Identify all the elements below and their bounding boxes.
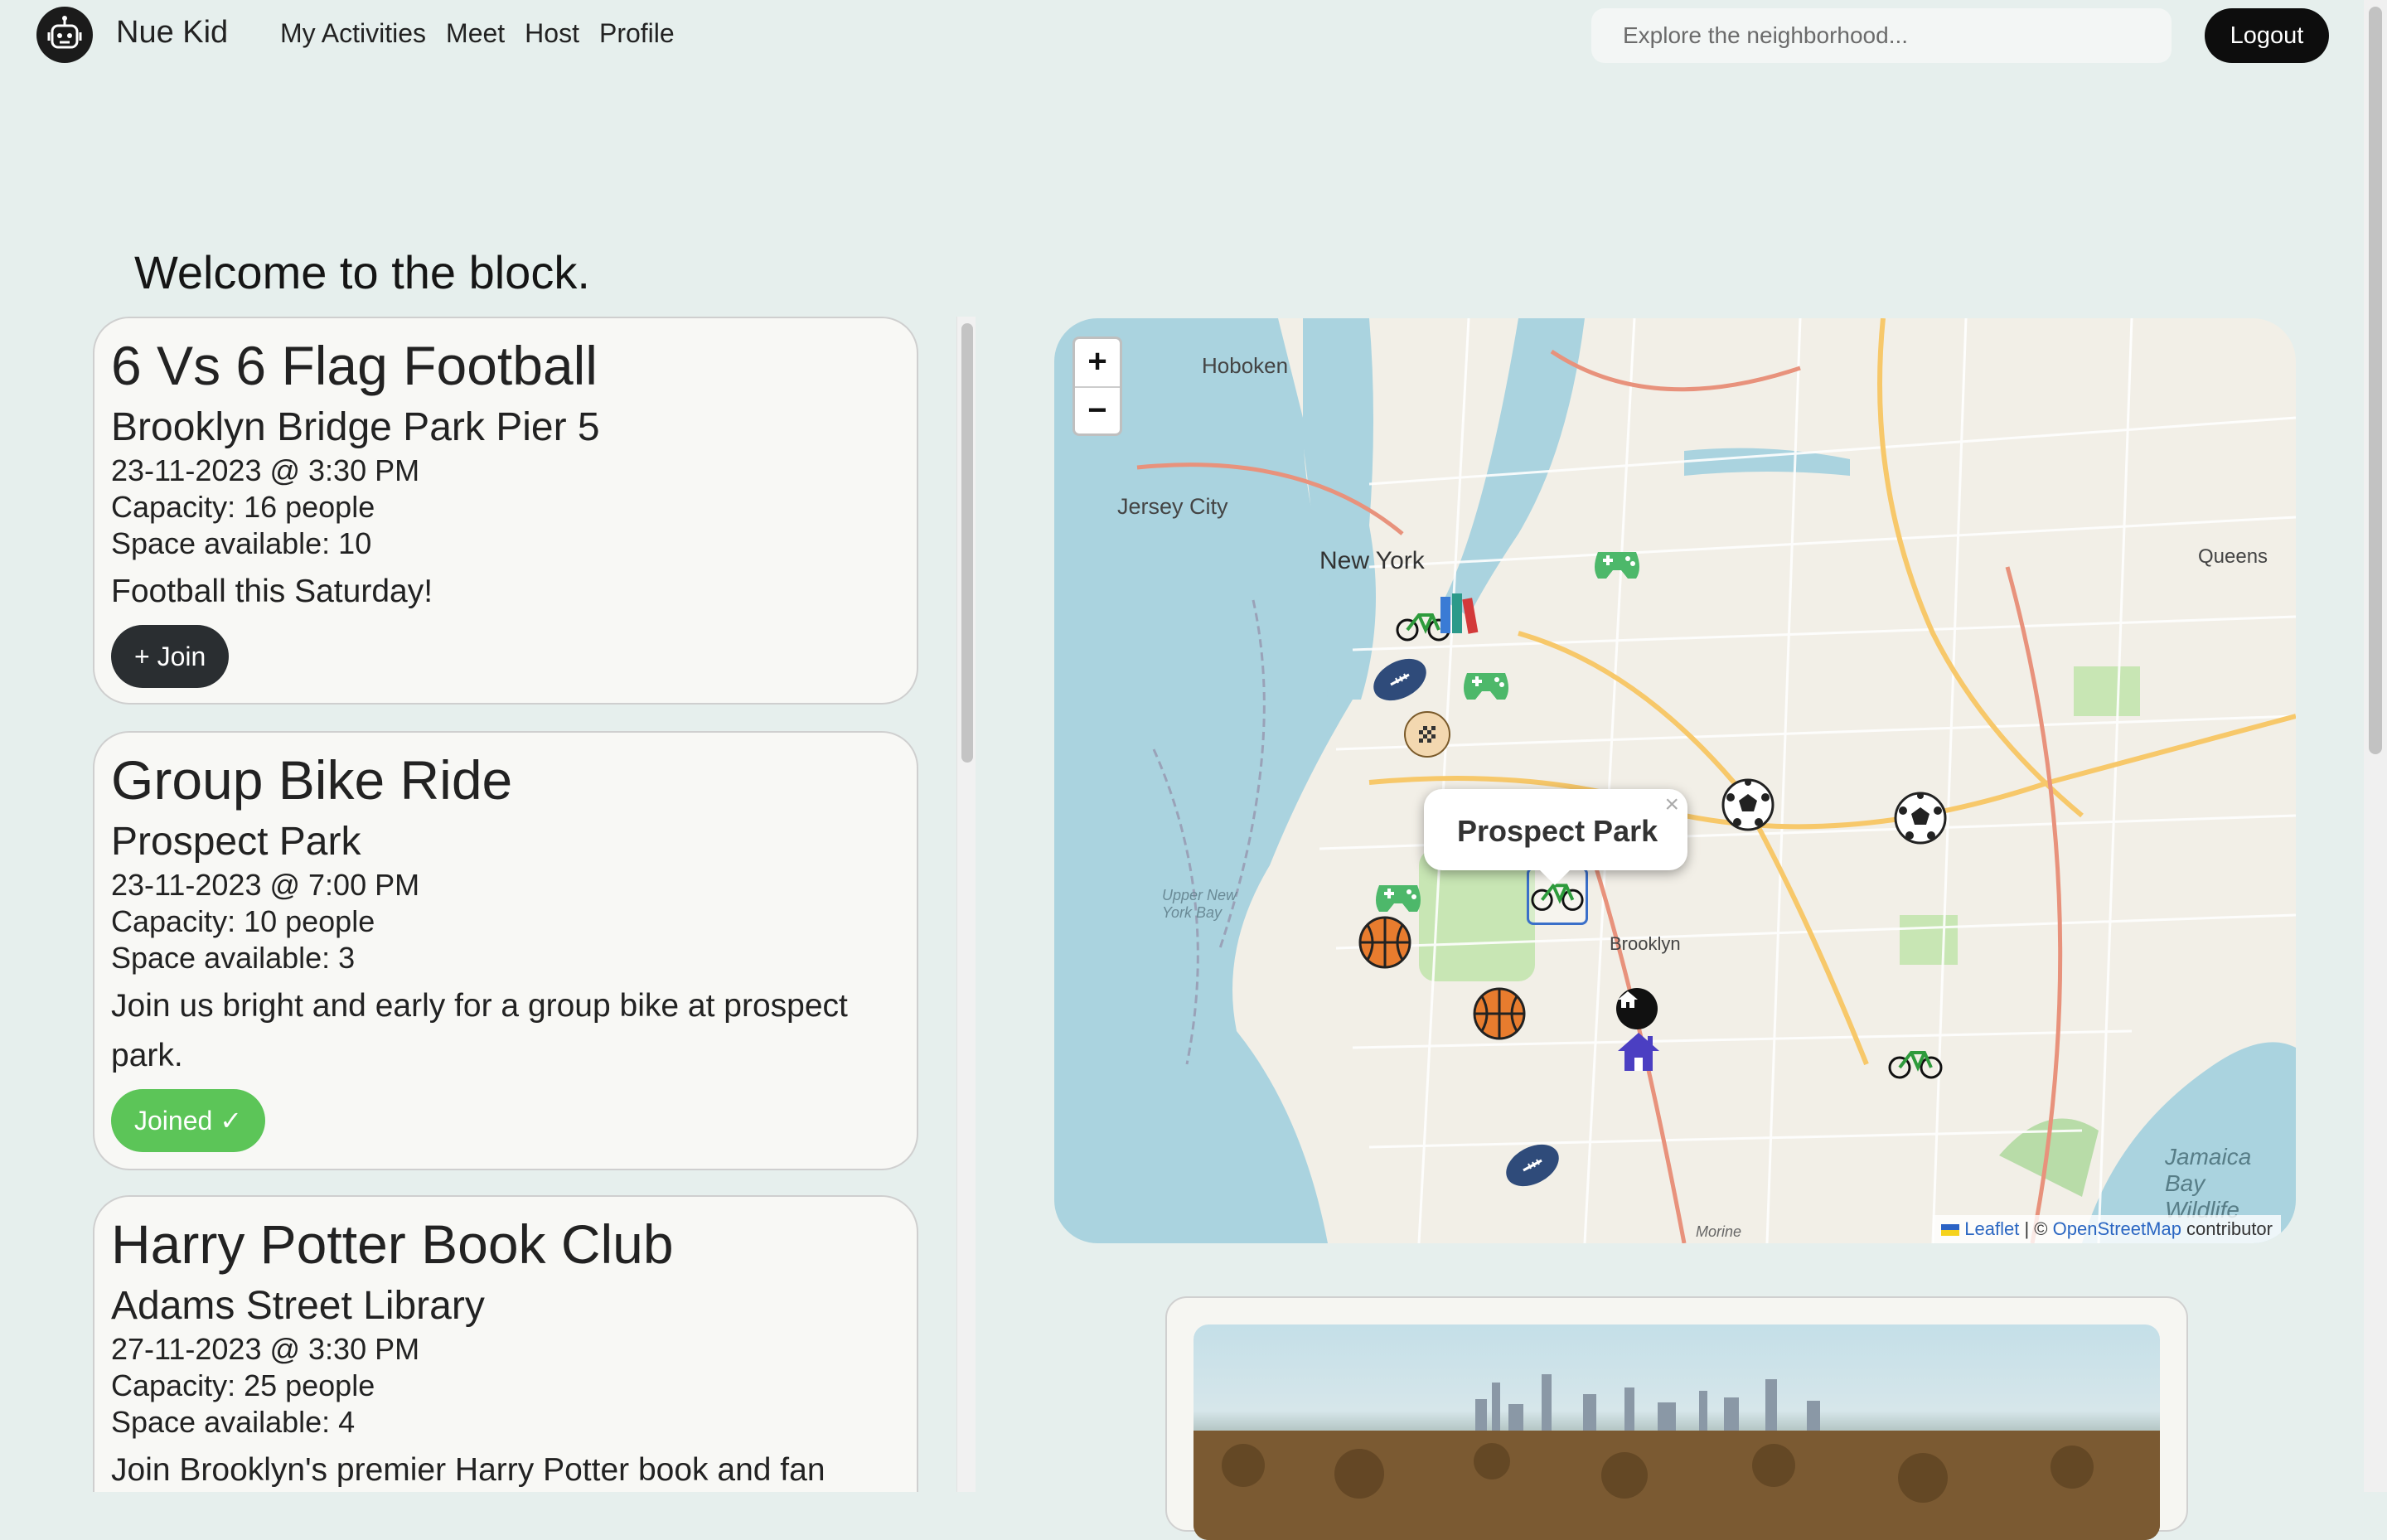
popup-tip <box>1538 869 1571 885</box>
activity-space: Space available: 10 <box>111 526 372 560</box>
basketball-marker-icon[interactable] <box>1472 986 1527 1041</box>
activity-location: Adams Street Library <box>111 1284 485 1328</box>
zoom-in-button[interactable]: + <box>1075 339 1120 388</box>
basketball-marker-icon[interactable] <box>1358 915 1412 970</box>
activity-card: 6 Vs 6 Flag Football Brooklyn Bridge Par… <box>93 317 918 705</box>
map-attribution: Leaflet | © OpenStreetMap contributor <box>1933 1215 2281 1243</box>
popup-close-icon[interactable]: × <box>1664 791 1679 819</box>
soccer-marker-icon[interactable] <box>1721 777 1775 832</box>
nav-links: My Activities Meet Host Profile <box>280 18 675 49</box>
activity-map[interactable]: Hoboken Jersey City New York Queens Broo… <box>1054 318 2296 1243</box>
gamepad-marker-icon[interactable] <box>1373 875 1424 917</box>
ukraine-flag-icon <box>1941 1224 1960 1237</box>
nav-link-my-activities[interactable]: My Activities <box>280 18 426 49</box>
activity-capacity: Capacity: 25 people <box>111 1368 375 1402</box>
gamepad-marker-icon[interactable] <box>1591 542 1643 584</box>
joined-button[interactable]: Joined ✓ <box>111 1089 265 1152</box>
map-zoom-control: + − <box>1072 337 1122 436</box>
activity-card: Group Bike Ride Prospect Park 23-11-2023… <box>93 731 918 1170</box>
neighborhood-photo-card <box>1165 1296 2188 1540</box>
map-label-morine: Morine <box>1696 1223 1742 1240</box>
nav-link-profile[interactable]: Profile <box>599 18 675 49</box>
welcome-heading: Welcome to the block. <box>134 246 590 298</box>
page-scroll-thumb[interactable] <box>2369 7 2382 754</box>
map-label-hoboken: Hoboken <box>1202 353 1289 378</box>
zoom-out-button[interactable]: − <box>1075 388 1120 435</box>
top-navbar: Nue Kid My Activities Meet Host Profile … <box>0 0 2387 71</box>
activity-list-scroll-thumb[interactable] <box>961 323 973 763</box>
activity-capacity: Capacity: 16 people <box>111 490 375 524</box>
books-marker-icon[interactable] <box>1436 592 1484 637</box>
activity-title: Harry Potter Book Club <box>111 1213 674 1275</box>
attribution-contributors: contributor <box>2181 1218 2273 1239</box>
logout-button[interactable]: Logout <box>2205 8 2329 63</box>
soccer-marker-icon[interactable] <box>1893 791 1948 845</box>
activity-location: Prospect Park <box>111 820 361 864</box>
activity-space: Space available: 3 <box>111 941 356 975</box>
map-label-jamaica-bay: Jamaica Bay Wildlife <box>2165 1144 2252 1223</box>
activity-space: Space available: 4 <box>111 1405 356 1439</box>
map-label-new-york: New York <box>1319 547 1425 574</box>
popup-title: Prospect Park <box>1457 814 1658 848</box>
bike-marker-icon[interactable] <box>1886 1043 1944 1081</box>
activity-card: Harry Potter Book Club Adams Street Libr… <box>93 1195 918 1492</box>
search-input[interactable] <box>1591 8 2172 63</box>
football-marker-icon[interactable] <box>1502 1139 1563 1192</box>
openstreetmap-link[interactable]: OpenStreetMap <box>2053 1218 2181 1239</box>
activity-description: Football this Saturday! <box>111 574 433 609</box>
activity-datetime: 23-11-2023 @ 3:30 PM <box>111 453 420 487</box>
home-location-icon[interactable] <box>1616 988 1658 1029</box>
activity-capacity: Capacity: 10 people <box>111 904 375 938</box>
join-button[interactable]: + Join <box>111 625 230 688</box>
gamepad-marker-icon[interactable] <box>1460 663 1512 705</box>
brand-name[interactable]: Nue Kid <box>116 15 228 51</box>
nav-link-meet[interactable]: Meet <box>446 18 505 49</box>
football-marker-icon[interactable] <box>1369 653 1431 706</box>
map-label-jersey-city: Jersey City <box>1117 494 1228 519</box>
attribution-separator: | © <box>2019 1218 2053 1239</box>
map-label-upper-ny-bay: Upper New York Bay <box>1162 887 1237 921</box>
map-tiles <box>1054 318 2296 1243</box>
activity-location: Brooklyn Bridge Park Pier 5 <box>111 405 600 449</box>
activity-datetime: 23-11-2023 @ 7:00 PM <box>111 868 420 902</box>
activity-list: 6 Vs 6 Flag Football Brooklyn Bridge Par… <box>93 317 922 1492</box>
activity-title: 6 Vs 6 Flag Football <box>111 335 598 396</box>
activity-description: Join Brooklyn's premier Harry Potter boo… <box>111 1452 826 1488</box>
chess-marker-icon[interactable] <box>1402 709 1452 759</box>
house-marker-icon[interactable] <box>1615 1029 1663 1074</box>
nav-link-host[interactable]: Host <box>525 18 579 49</box>
map-popup: Prospect Park × <box>1424 789 1687 885</box>
leaflet-link[interactable]: Leaflet <box>1964 1218 2019 1239</box>
activity-title: Group Bike Ride <box>111 749 513 811</box>
activity-description: Join us bright and early for a group bik… <box>111 988 848 1073</box>
map-label-brooklyn: Brooklyn <box>1610 933 1681 954</box>
map-label-queens: Queens <box>2198 545 2268 568</box>
skyline-photo <box>1194 1324 2160 1540</box>
activity-datetime: 27-11-2023 @ 3:30 PM <box>111 1332 420 1366</box>
robot-logo-icon[interactable] <box>36 7 93 63</box>
